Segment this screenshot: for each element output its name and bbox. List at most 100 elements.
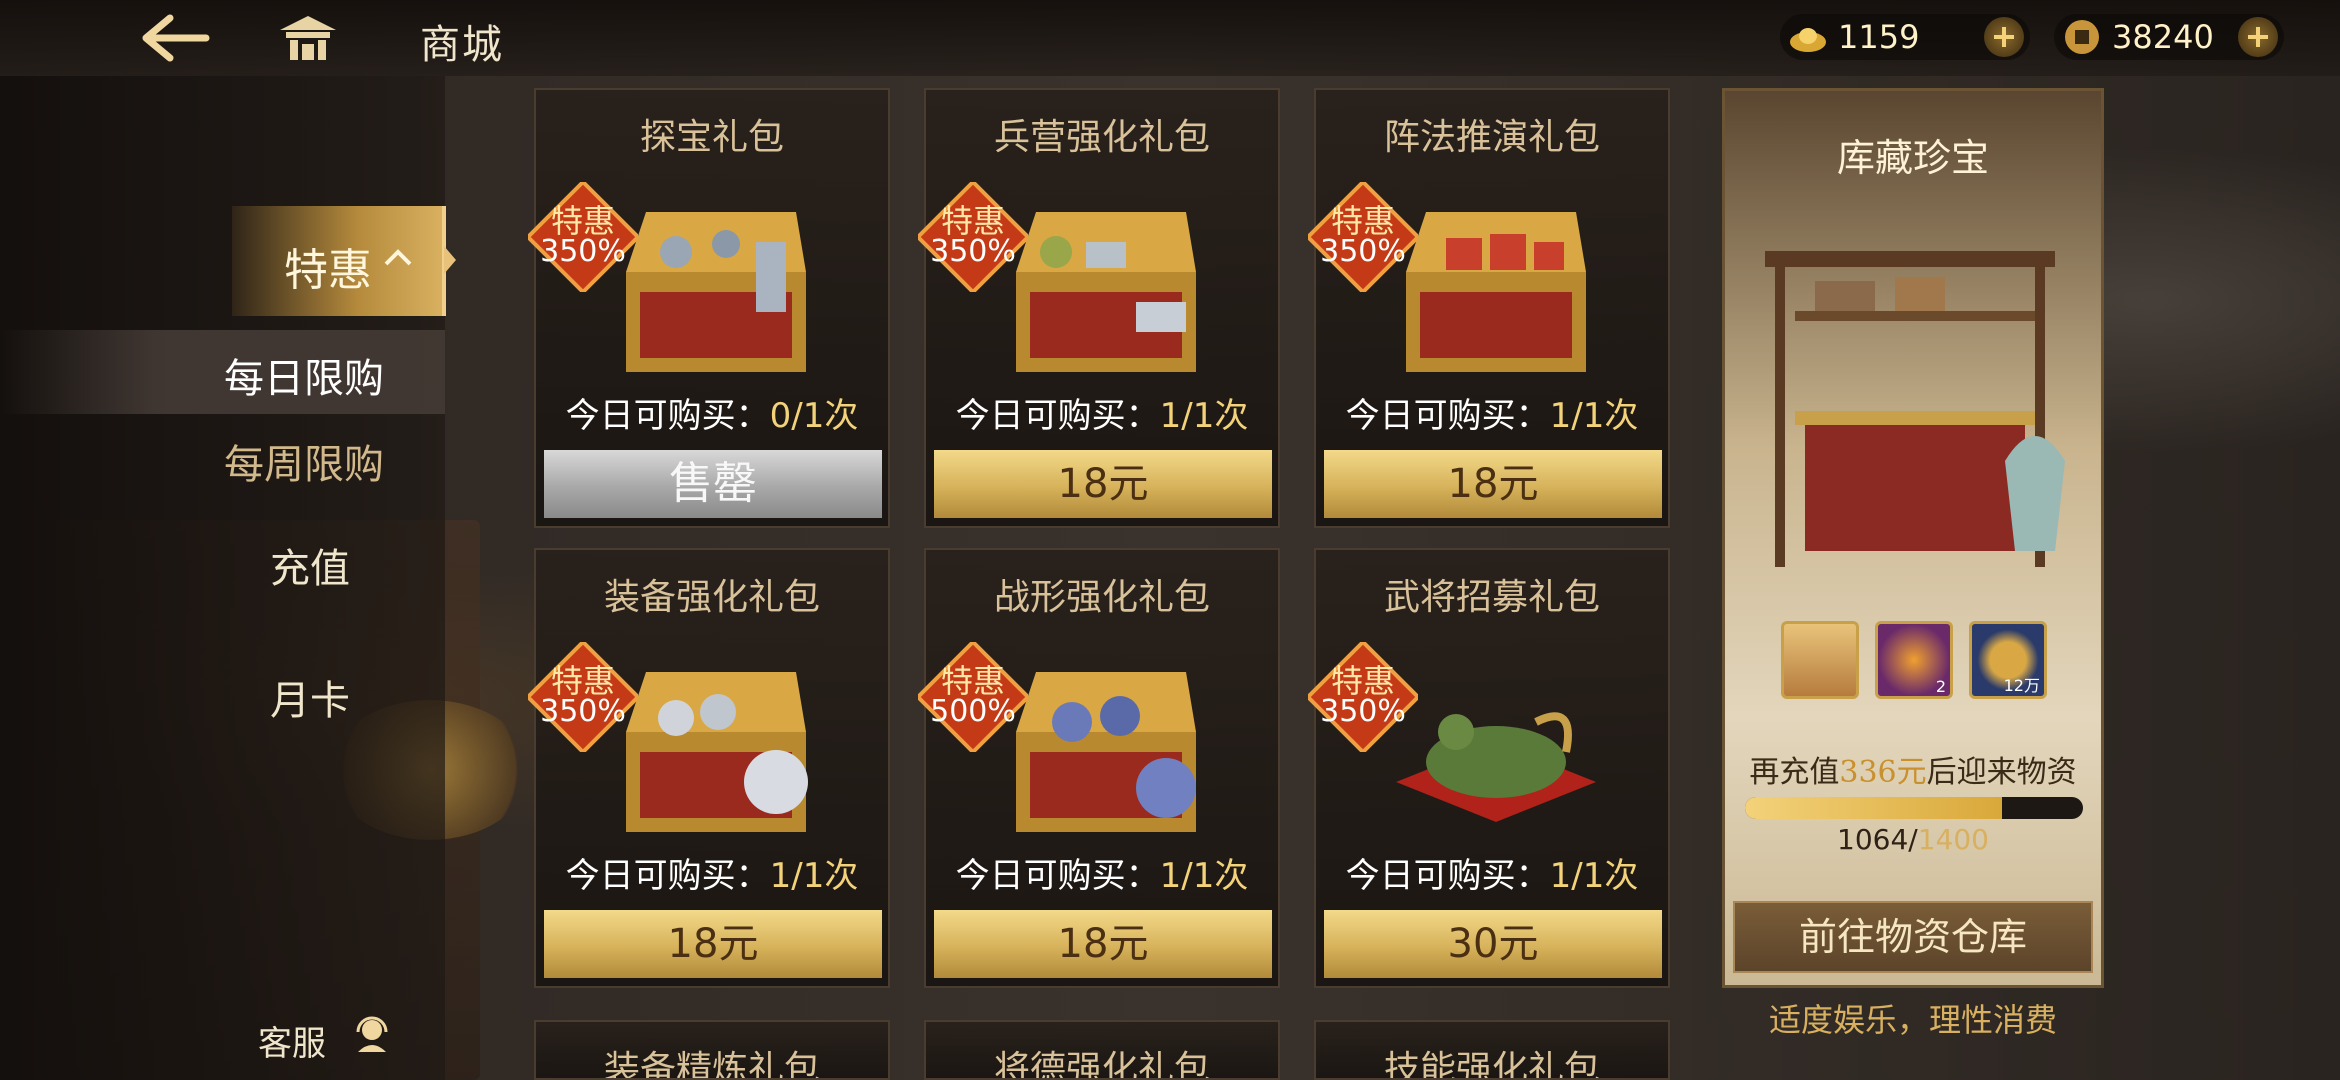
buy-button[interactable]: 18元	[934, 910, 1272, 978]
home-button[interactable]	[276, 12, 340, 64]
treasure-title: 库藏珍宝	[1836, 136, 1989, 180]
buy-button[interactable]: 18元	[544, 910, 882, 978]
nav-item-recharge[interactable]: 充值	[0, 520, 445, 600]
product-card[interactable]: 武将招募礼包 特惠 350% 今日可购买：1/1次 30元	[1308, 548, 1670, 988]
hint-prefix: 再充值	[1749, 755, 1840, 790]
badge-percent: 350%	[540, 234, 626, 269]
product-card[interactable]: 装备精炼礼包	[534, 1020, 890, 1080]
coin-currency: 38240	[2054, 14, 2284, 60]
item-quantity: 2	[1935, 677, 1946, 696]
nav-sub-weekly-limit[interactable]: 每周限购	[0, 416, 445, 500]
product-name: 战形强化礼包	[993, 577, 1210, 618]
nav-tab-special-offer[interactable]: 特惠	[232, 206, 446, 316]
product-card[interactable]: 阵法推演礼包 特惠 350% 今日可购买：1/1次 18元	[1308, 88, 1670, 528]
limit-prefix: 今日可购买：	[1345, 396, 1550, 436]
progress-fill	[1745, 797, 2002, 819]
limit-count: 1/1次	[1549, 856, 1639, 896]
customer-service-label: 客服	[258, 1024, 326, 1064]
product-card[interactable]: 技能强化礼包	[1314, 1020, 1670, 1080]
nav-item-monthly-card[interactable]: 月卡	[0, 652, 445, 732]
badge-percent: 350%	[1320, 694, 1406, 729]
product-name: 兵营强化礼包	[993, 117, 1210, 158]
buy-button[interactable]: 18元	[1324, 450, 1662, 518]
top-bar: 商城 1159 38240	[0, 0, 2340, 76]
back-arrow-icon	[142, 14, 210, 62]
product-card[interactable]: 兵营强化礼包 特惠 350% 今日可购买：1/1次 18元	[918, 88, 1280, 528]
purchase-limit: 今日可购买：0/1次	[536, 388, 888, 437]
gold-ingot-icon	[1790, 28, 1826, 52]
treasure-panel: 库藏珍宝 2 12万 再充值336元后迎来物资 1064/1400 前往物资仓库	[1722, 88, 2104, 988]
limit-count: 1/1次	[769, 856, 859, 896]
bronze-beast-icon	[1396, 712, 1596, 822]
discount-badge: 特惠 350%	[918, 182, 1028, 292]
badge-percent: 350%	[930, 234, 1016, 269]
add-gold-button[interactable]	[1984, 17, 2024, 57]
product-card[interactable]: 将德强化礼包	[924, 1020, 1280, 1080]
buy-button[interactable]: 30元	[1324, 910, 1662, 978]
purchase-limit: 今日可购买：1/1次	[536, 848, 888, 897]
treasure-chest-icon	[626, 672, 808, 832]
nav-item-label: 月卡	[270, 678, 350, 724]
gold-currency: 1159	[1780, 14, 2030, 60]
limit-prefix: 今日可购买：	[955, 856, 1160, 896]
product-name: 将德强化礼包	[993, 1049, 1210, 1080]
product-name: 技能强化礼包	[1383, 1049, 1600, 1080]
chevron-up-icon	[384, 249, 412, 266]
treasure-chest-icon	[1016, 672, 1196, 832]
item-quantity: 12万	[2003, 676, 2040, 695]
gold-orb-reward[interactable]: 2	[1875, 621, 1953, 699]
back-button[interactable]	[140, 12, 212, 64]
limit-count: 0/1次	[769, 396, 859, 436]
discount-badge: 特惠 350%	[528, 642, 638, 752]
badge-percent: 350%	[1320, 234, 1406, 269]
purchase-limit: 今日可购买：1/1次	[1316, 388, 1668, 437]
healthy-gaming-slogan: 适度娱乐，理性消费	[1768, 1001, 2057, 1039]
product-name: 装备精炼礼包	[603, 1049, 820, 1080]
nav-tab-label: 特惠	[284, 245, 372, 296]
treasure-chest-icon	[626, 212, 806, 372]
hint-amount: 336元	[1839, 755, 1927, 790]
goto-warehouse-button[interactable]: 前往物资仓库	[1733, 901, 2093, 973]
reward-items: 2 12万	[1781, 621, 2051, 703]
copper-coin-icon	[2065, 20, 2099, 54]
nav-active-marker	[444, 246, 456, 274]
limit-prefix: 今日可购买：	[1345, 856, 1550, 896]
discount-badge: 特惠 500%	[918, 642, 1028, 752]
purchase-limit: 今日可购买：1/1次	[1316, 848, 1668, 897]
home-pavilion-icon	[280, 16, 336, 60]
coin-amount: 38240	[2112, 18, 2214, 56]
treasure-chest-icon	[1406, 212, 1586, 372]
page-title: 商城	[420, 22, 504, 68]
treasure-shelf-illustration	[1765, 251, 2065, 567]
badge-percent: 500%	[930, 694, 1016, 729]
nav-sub-label: 每日限购	[224, 356, 384, 402]
hero-portrait-reward[interactable]	[1781, 621, 1859, 699]
progress-current: 1064	[1837, 823, 1909, 856]
coin-reward[interactable]: 12万	[1969, 621, 2047, 699]
limit-count: 1/1次	[1159, 856, 1249, 896]
nav-sub-daily-limit[interactable]: 每日限购	[0, 330, 445, 414]
limit-prefix: 今日可购买：	[565, 396, 770, 436]
product-card[interactable]: 战形强化礼包 特惠 500% 今日可购买：1/1次 18元	[918, 548, 1280, 988]
progress-total: 1400	[1917, 823, 1989, 856]
discount-badge: 特惠 350%	[1308, 182, 1418, 292]
limit-count: 1/1次	[1549, 396, 1639, 436]
buy-button[interactable]: 18元	[934, 450, 1272, 518]
badge-percent: 350%	[540, 694, 626, 729]
add-coin-button[interactable]	[2238, 17, 2278, 57]
product-card[interactable]: 探宝礼包 特惠 350% 今日可购买：0/1次 售罄	[528, 88, 890, 528]
limit-prefix: 今日可购买：	[955, 396, 1160, 436]
customer-service-button[interactable]: 客服	[258, 1010, 398, 1064]
discount-badge: 特惠 350%	[528, 182, 638, 292]
product-card[interactable]: 装备强化礼包 特惠 350% 今日可购买：1/1次 18元	[528, 548, 890, 988]
sold-out-button: 售罄	[544, 450, 882, 518]
treasure-chest-icon	[1016, 212, 1196, 372]
product-name: 装备强化礼包	[603, 577, 820, 618]
limit-count: 1/1次	[1159, 396, 1249, 436]
product-name: 阵法推演礼包	[1383, 117, 1600, 158]
nav-item-label: 充值	[270, 546, 350, 592]
left-navigation: 特惠 每日限购 每周限购 充值 月卡	[0, 76, 456, 1080]
progress-separator: /	[1908, 823, 1918, 856]
gold-amount: 1159	[1838, 18, 1920, 56]
recharge-hint: 再充值336元后迎来物资	[1725, 747, 2101, 791]
